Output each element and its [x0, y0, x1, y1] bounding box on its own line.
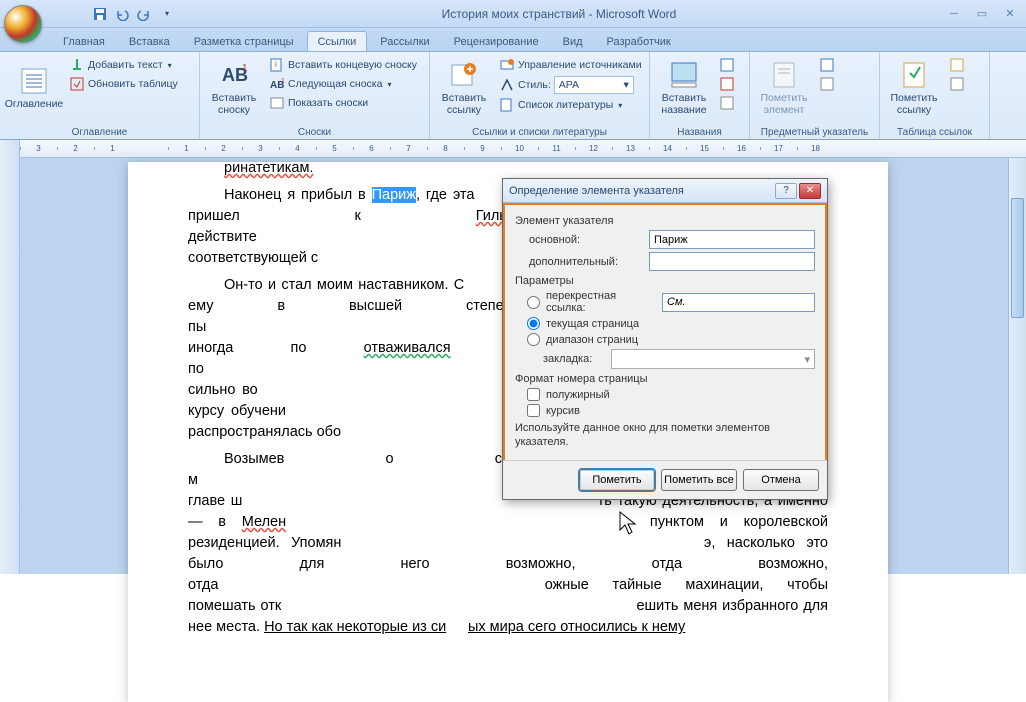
svg-text:1: 1: [242, 63, 248, 74]
caption-opt3[interactable]: [716, 94, 738, 112]
save-icon[interactable]: [90, 4, 110, 24]
dialog-help-button[interactable]: ?: [775, 183, 797, 199]
dialog-title-text: Определение элемента указателя: [509, 185, 773, 197]
toc-button[interactable]: Оглавление: [4, 54, 64, 122]
bold-checkbox[interactable]: полужирный: [527, 388, 815, 401]
caption-opt2[interactable]: [716, 75, 738, 93]
bookmark-select[interactable]: ▾: [611, 349, 815, 369]
window-title: История моих странствий - Microsoft Word: [176, 7, 942, 21]
bibliography-button[interactable]: Список литературы: [496, 96, 645, 114]
toc-label: Оглавление: [5, 99, 64, 111]
mark-index-entry-dialog: Определение элемента указателя ? ✕ Элеме…: [502, 178, 828, 500]
add-text-button[interactable]: Добавить текст: [66, 56, 181, 74]
group-captions-label: Названия: [650, 127, 749, 138]
minimize-button[interactable]: ─: [942, 5, 966, 23]
sub-entry-label: дополнительный:: [529, 256, 645, 268]
mark-citation-label: Пометить ссылку: [886, 93, 942, 116]
page-range-radio[interactable]: диапазон страниц: [527, 333, 815, 346]
insert-caption-button[interactable]: Вставить название: [654, 54, 714, 122]
dialog-titlebar[interactable]: Определение элемента указателя ? ✕: [503, 179, 827, 203]
maximize-button[interactable]: ▭: [970, 5, 994, 23]
insert-caption-label: Вставить название: [656, 93, 712, 116]
manage-sources-button[interactable]: Управление источниками: [496, 56, 645, 74]
ribbon: Оглавление Добавить текст Обновить табли…: [0, 52, 1026, 140]
redo-icon[interactable]: [134, 4, 154, 24]
quick-access-toolbar: [90, 4, 176, 24]
cross-reference-radio[interactable]: перекрестная ссылка:: [527, 290, 815, 314]
cross-reference-input[interactable]: [662, 293, 815, 312]
group-footnotes-label: Сноски: [200, 127, 429, 138]
scroll-thumb[interactable]: [1011, 198, 1024, 318]
tab-home[interactable]: Главная: [52, 31, 116, 51]
bookmark-label: закладка:: [543, 353, 607, 365]
close-button[interactable]: ✕: [998, 5, 1022, 23]
group-toa-label: Таблица ссылок: [880, 127, 989, 138]
tab-review[interactable]: Рецензирование: [443, 31, 550, 51]
office-button[interactable]: [4, 5, 42, 43]
undo-icon[interactable]: [112, 4, 132, 24]
mark-entry-label: Пометить элемент: [756, 93, 812, 116]
insert-citation-label: Вставить ссылку: [436, 93, 492, 116]
citation-style-select[interactable]: Стиль: APA▾: [496, 75, 645, 95]
next-footnote-button[interactable]: AB1Следующая сноска: [266, 75, 420, 93]
main-entry-label: основной:: [529, 234, 645, 246]
insert-footnote-label: Вставить сноску: [206, 93, 262, 116]
index-opt1[interactable]: [816, 56, 838, 74]
section-options: Параметры: [515, 275, 815, 287]
current-page-radio[interactable]: текущая страница: [527, 317, 815, 330]
title-bar: История моих странствий - Microsoft Word…: [0, 0, 1026, 28]
update-table-button[interactable]: Обновить таблицу: [66, 75, 181, 93]
insert-footnote-button[interactable]: AB1 Вставить сноску: [204, 54, 264, 122]
group-toc-label: Оглавление: [0, 127, 199, 138]
tab-mailings[interactable]: Рассылки: [369, 31, 440, 51]
tab-view[interactable]: Вид: [552, 31, 594, 51]
qat-customize-icon[interactable]: [156, 4, 176, 24]
cancel-button[interactable]: Отмена: [743, 469, 819, 491]
main-entry-input[interactable]: [649, 230, 815, 249]
show-notes-button[interactable]: Показать сноски: [266, 94, 420, 112]
section-index-element: Элемент указателя: [515, 215, 815, 227]
insert-endnote-button[interactable]: iВставить концевую сноску: [266, 56, 420, 74]
tab-page-layout[interactable]: Разметка страницы: [183, 31, 305, 51]
ribbon-tabs: Главная Вставка Разметка страницы Ссылки…: [0, 28, 1026, 52]
toa-opt1[interactable]: [946, 56, 968, 74]
group-citations-label: Ссылки и списки литературы: [430, 127, 649, 138]
tab-insert[interactable]: Вставка: [118, 31, 181, 51]
vertical-ruler[interactable]: [0, 140, 20, 574]
selected-text: Париж: [372, 187, 416, 203]
caption-opt1[interactable]: [716, 56, 738, 74]
mark-all-button[interactable]: Пометить все: [661, 469, 737, 491]
index-opt2[interactable]: [816, 75, 838, 93]
dialog-hint-text: Используйте данное окно для пометки элем…: [515, 421, 815, 450]
section-page-format: Формат номера страницы: [515, 373, 815, 385]
group-index-label: Предметный указатель: [750, 127, 879, 138]
mark-citation-button[interactable]: Пометить ссылку: [884, 54, 944, 122]
dialog-close-button[interactable]: ✕: [799, 183, 821, 199]
toa-opt2[interactable]: [946, 75, 968, 93]
mark-entry-button[interactable]: Пометить элемент: [754, 54, 814, 122]
svg-text:1: 1: [281, 78, 285, 85]
sub-entry-input[interactable]: [649, 252, 815, 271]
vertical-scrollbar[interactable]: [1008, 158, 1026, 574]
horizontal-ruler[interactable]: 321123456789101112131415161718: [20, 140, 1026, 158]
insert-citation-button[interactable]: Вставить ссылку: [434, 54, 494, 122]
mark-button[interactable]: Пометить: [579, 469, 655, 491]
svg-text:i: i: [275, 60, 277, 69]
italic-checkbox[interactable]: курсив: [527, 404, 815, 417]
tab-references[interactable]: Ссылки: [307, 31, 368, 51]
tab-developer[interactable]: Разработчик: [596, 31, 682, 51]
